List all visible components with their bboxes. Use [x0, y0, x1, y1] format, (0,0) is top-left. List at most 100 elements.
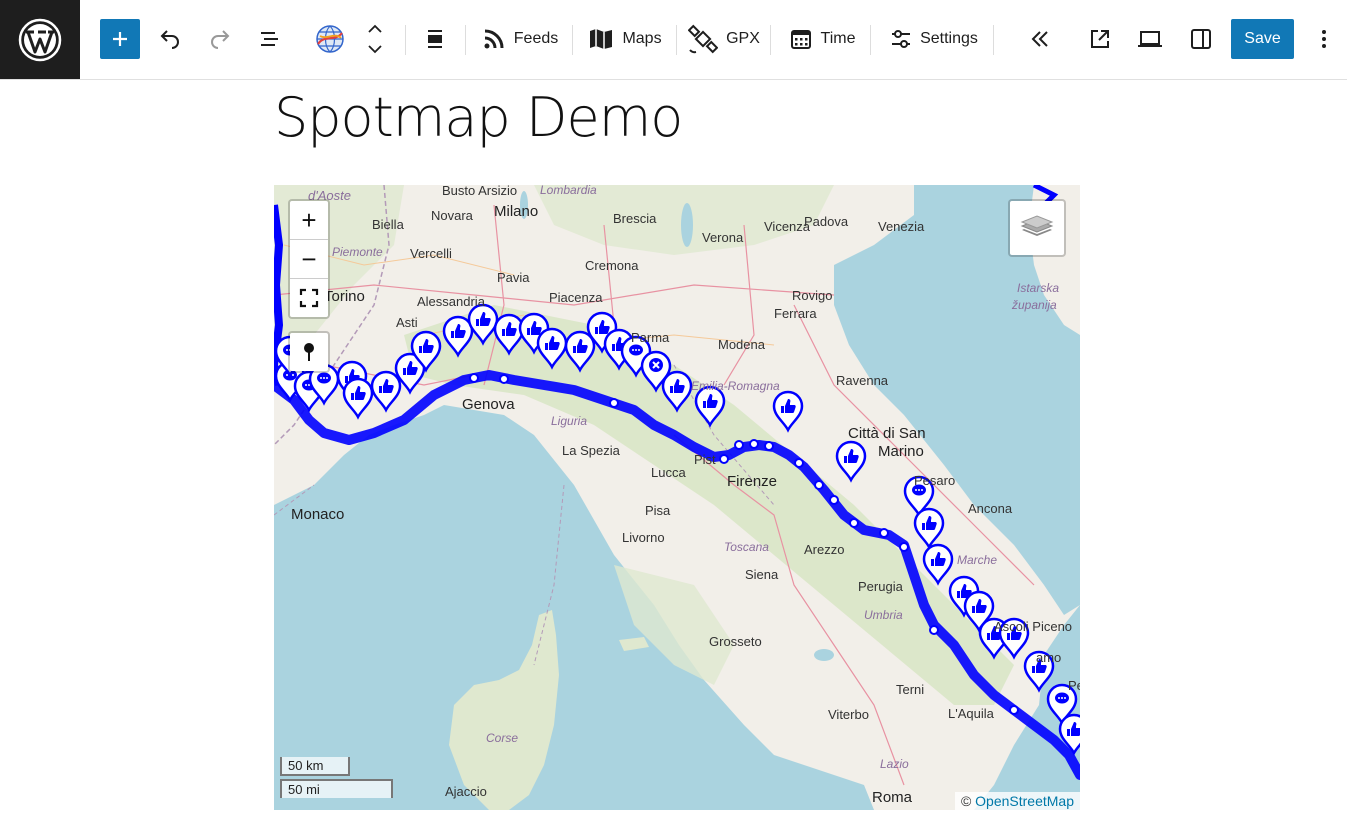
map-label: Istarska — [1017, 281, 1060, 295]
map-label: Piacenza — [549, 290, 603, 305]
add-block-button[interactable] — [100, 19, 140, 59]
map-label: Lucca — [651, 465, 686, 480]
undo-icon — [160, 30, 179, 49]
feeds-label: Feeds — [513, 30, 559, 47]
maps-button[interactable]: Maps — [586, 19, 664, 59]
map-label: Lazio — [880, 757, 909, 771]
comment-icon — [317, 372, 331, 384]
map-label: Firenze — [727, 473, 778, 490]
external-link-icon — [1091, 30, 1109, 48]
layers-icon — [1020, 215, 1054, 236]
map-label: Pe — [1068, 678, 1080, 693]
map-label: Lombardia — [540, 185, 597, 197]
map-label: Vercelli — [410, 246, 452, 261]
map-label: Verona — [702, 230, 744, 245]
page-title[interactable]: Spotmap Demo — [274, 86, 683, 150]
plus-icon — [113, 32, 127, 46]
scale-mi: 50 mi — [280, 779, 393, 798]
more-vertical-icon — [1322, 30, 1326, 48]
map-label: Viterbo — [828, 707, 869, 722]
satellite-icon — [688, 24, 719, 54]
map-label: Città di San — [848, 425, 926, 442]
undo-button[interactable] — [150, 19, 190, 59]
map-icon — [590, 29, 613, 49]
map-label: Venezia — [878, 219, 925, 234]
map-label: Biella — [372, 217, 404, 232]
chevron-up-icon — [368, 24, 382, 33]
map-label: Pist — [694, 452, 716, 467]
move-up-button[interactable] — [362, 19, 388, 39]
toolbar-separator — [465, 25, 466, 55]
map-label: Ancona — [968, 501, 1013, 516]
settings-label: Settings — [920, 30, 978, 47]
map-label: Emilia-Romagna — [691, 379, 780, 393]
comment-icon — [1055, 692, 1069, 704]
map-label: Pavia — [497, 270, 530, 285]
openstreetmap-link[interactable]: OpenStreetMap — [975, 793, 1074, 809]
toolbar-separator — [676, 25, 677, 55]
collapse-toolbar-button[interactable] — [1020, 19, 1060, 59]
map-pin-icon — [304, 343, 314, 361]
cancel-icon — [649, 358, 663, 372]
map-label: Ferrara — [774, 306, 817, 321]
toolbar-separator — [770, 25, 771, 55]
align-full-icon — [428, 30, 442, 48]
redo-button[interactable] — [200, 19, 240, 59]
map-label: Marino — [878, 443, 924, 460]
fullscreen-button[interactable] — [290, 279, 328, 317]
feeds-button[interactable]: Feeds — [480, 19, 560, 59]
map-label: Roma — [872, 789, 913, 806]
wordpress-icon — [18, 18, 62, 61]
move-down-button[interactable] — [362, 39, 388, 59]
map-label: Marche — [957, 553, 998, 567]
redo-icon — [211, 30, 230, 49]
map-label: Piemonte — [332, 245, 383, 259]
attribution-prefix: © — [960, 793, 972, 809]
map-label: Perugia — [858, 579, 903, 594]
rss-icon — [484, 29, 504, 49]
map-label: Pisa — [645, 503, 671, 518]
map-label: Liguria — [551, 414, 588, 428]
map-label: Ajaccio — [445, 784, 487, 799]
device-preview-button[interactable] — [1130, 19, 1170, 59]
options-menu-button[interactable] — [1310, 19, 1338, 59]
align-button[interactable] — [415, 19, 455, 59]
layer-switcher-button[interactable] — [1008, 199, 1066, 257]
time-label: Time — [820, 30, 856, 47]
block-type-button[interactable] — [310, 19, 350, 59]
map-label: Monaco — [291, 506, 345, 523]
sidebar-icon — [1191, 29, 1211, 49]
save-button[interactable]: Save — [1231, 19, 1294, 59]
document-overview-button[interactable] — [250, 19, 290, 59]
chevron-double-left-icon — [1031, 31, 1048, 47]
spotmap-block[interactable]: d'Aoste Busto Arsizio Lombardia Vicenza … — [274, 185, 1080, 810]
settings-sidebar-button[interactable] — [1181, 19, 1221, 59]
scale-km: 50 km — [280, 757, 350, 776]
map-label: amo — [1036, 650, 1062, 665]
toolbar-separator — [870, 25, 871, 55]
wordpress-logo-button[interactable] — [0, 0, 80, 79]
settings-button[interactable]: Settings — [888, 19, 980, 59]
map-label: La Spezia — [562, 443, 620, 458]
map-label: Corse — [486, 731, 519, 745]
map-label: Asti — [396, 315, 418, 330]
zoom-out-button[interactable]: − — [290, 240, 328, 279]
map-label: Brescia — [613, 211, 657, 226]
center-on-marker-button[interactable] — [288, 331, 330, 373]
comment-icon — [629, 344, 643, 356]
time-button[interactable]: Time — [786, 19, 858, 59]
gpx-button[interactable]: GPX — [688, 19, 760, 59]
map-label: Novara — [431, 208, 473, 223]
laptop-icon — [1138, 31, 1162, 47]
editor-toolbar: Feeds Maps GPX Time Settings Save — [0, 0, 1347, 80]
map-label: Alessandria — [417, 294, 485, 309]
map-label: Parma — [631, 330, 670, 345]
toolbar-separator — [993, 25, 994, 55]
view-page-button[interactable] — [1080, 19, 1120, 59]
map-label: Padova — [804, 214, 849, 229]
globe-icon — [316, 25, 344, 53]
toolbar-separator — [405, 25, 406, 55]
zoom-in-button[interactable]: + — [290, 201, 328, 240]
map-attribution: © OpenStreetMap — [954, 792, 1080, 810]
sliders-icon — [892, 30, 911, 48]
